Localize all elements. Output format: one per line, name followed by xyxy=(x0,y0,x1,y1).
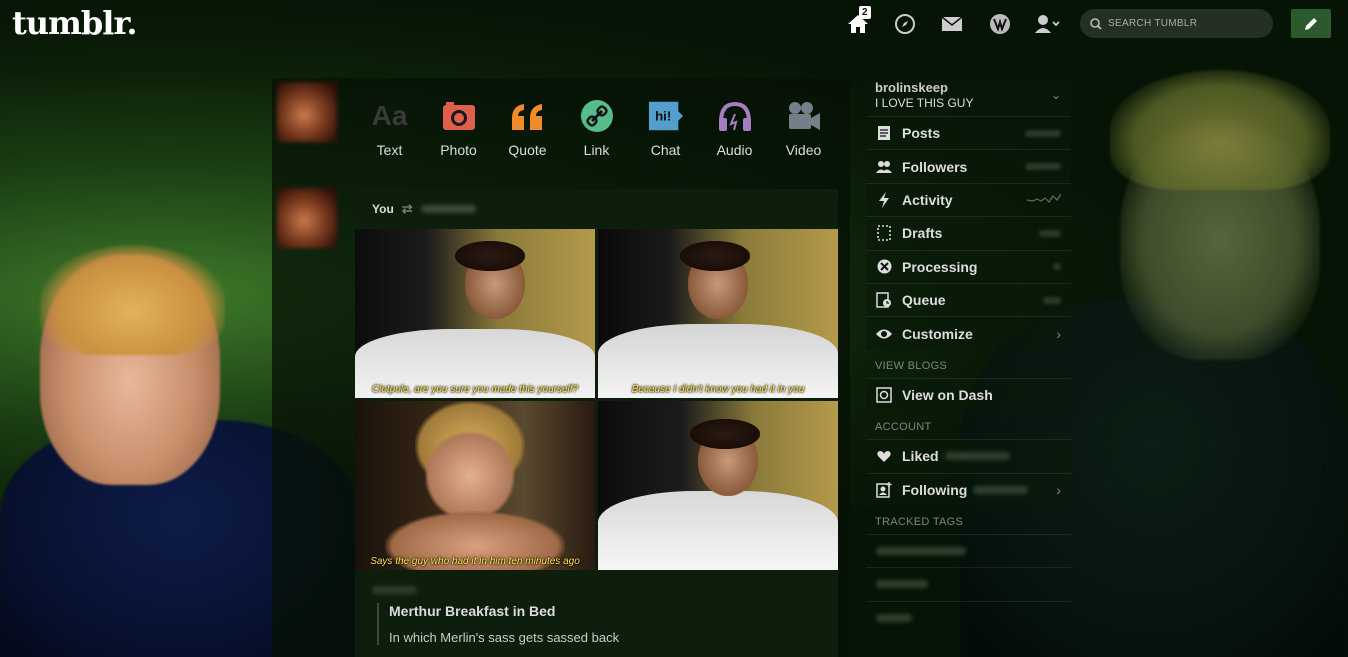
followers-icon xyxy=(876,159,892,175)
post-avatar[interactable] xyxy=(277,188,337,248)
link-icon xyxy=(579,98,615,134)
sidebar-item-liked[interactable]: Liked xyxy=(866,439,1071,473)
post-header: You ⇄ xyxy=(355,189,838,229)
lightning-icon xyxy=(876,191,892,208)
top-nav: tumblr. 2 xyxy=(0,0,1348,50)
sidebar-item-following[interactable]: Following › xyxy=(866,472,1071,506)
post-type-video[interactable]: Video xyxy=(774,98,834,158)
compose-button[interactable] xyxy=(1291,9,1331,38)
photoset: Clotpole, are you sure you made this you… xyxy=(355,229,838,570)
post-type-chat[interactable]: hi! Chat xyxy=(636,98,696,158)
processing-icon xyxy=(876,259,892,275)
camera-icon xyxy=(441,98,477,134)
photoset-image-2[interactable]: Because I didn't know you had it in you xyxy=(598,229,838,398)
sidebar-item-processing[interactable]: Processing xyxy=(866,249,1071,283)
following-icon xyxy=(876,481,892,498)
headphones-icon xyxy=(717,98,753,134)
tracked-tag-2[interactable] xyxy=(866,567,1071,600)
quote-icon xyxy=(510,98,546,134)
activity-icon[interactable] xyxy=(985,10,1015,38)
user-avatar[interactable] xyxy=(277,82,337,142)
blog-switcher[interactable]: brolinskeep I LOVE THIS GUY ⌄ xyxy=(866,80,1071,116)
dashboard-post: You ⇄ Clotpole, are you sure you made th… xyxy=(355,189,838,657)
liked-count xyxy=(944,452,1010,461)
account-heading: ACCOUNT xyxy=(875,421,932,434)
blog-name: brolinskeep xyxy=(875,80,948,95)
text-icon: Aa xyxy=(371,100,408,131)
explore-icon[interactable] xyxy=(890,10,920,38)
tracked-tags-heading: TRACKED TAGS xyxy=(875,515,964,528)
photoset-image-3[interactable]: Says the guy who had it in him ten minut… xyxy=(355,401,595,570)
sidebar-item-posts[interactable]: Posts xyxy=(866,116,1071,150)
chevron-right-icon: › xyxy=(1056,325,1061,342)
post-title: Merthur Breakfast in Bed xyxy=(389,603,556,619)
mail-icon[interactable] xyxy=(937,10,967,38)
followers-count xyxy=(1025,163,1061,171)
right-sidebar: brolinskeep I LOVE THIS GUY ⌄ Posts Foll… xyxy=(866,80,1071,657)
posts-count xyxy=(1025,129,1061,137)
queue-count xyxy=(1043,296,1061,304)
heart-icon xyxy=(876,448,892,464)
tracked-tag-1[interactable] xyxy=(866,533,1071,567)
post-body: Merthur Breakfast in Bed In which Merlin… xyxy=(377,603,619,645)
svg-text:hi!: hi! xyxy=(655,109,671,124)
view-blogs-heading: VIEW BLOGS xyxy=(875,359,948,372)
dashboard-icon xyxy=(876,387,892,403)
background-hair-right xyxy=(1110,70,1330,190)
post-type-photo[interactable]: Photo xyxy=(429,98,489,158)
posts-icon xyxy=(876,125,892,141)
post-type-quote[interactable]: Quote xyxy=(498,98,558,158)
sidebar-item-drafts[interactable]: Drafts xyxy=(866,216,1071,250)
gif-caption-2: Because I didn't know you had it in you xyxy=(631,384,805,395)
post-type-bar: Aa Text Photo Quote Link hi! Chat Audio xyxy=(355,88,838,168)
following-count xyxy=(973,485,1029,494)
drafts-count xyxy=(1039,229,1061,237)
drafts-icon xyxy=(876,225,892,242)
queue-icon xyxy=(876,292,892,308)
tumblr-logo[interactable]: tumblr. xyxy=(12,4,137,42)
account-icon[interactable] xyxy=(1033,10,1063,38)
video-icon xyxy=(786,98,822,134)
sidebar-item-activity[interactable]: Activity xyxy=(866,182,1071,217)
photoset-image-1[interactable]: Clotpole, are you sure you made this you… xyxy=(355,229,595,398)
processing-count xyxy=(1053,263,1061,271)
chevron-right-icon: › xyxy=(1056,481,1061,498)
activity-sparkline xyxy=(1026,191,1062,209)
pencil-icon xyxy=(1305,17,1317,30)
gif-caption-1: Clotpole, are you sure you made this you… xyxy=(371,384,579,395)
reblogged-from-name[interactable] xyxy=(420,205,476,213)
reblog-icon: ⇄ xyxy=(401,201,413,216)
post-source-name[interactable] xyxy=(372,586,417,594)
eye-icon xyxy=(876,326,892,342)
sidebar-item-queue[interactable]: Queue xyxy=(866,282,1071,317)
home-icon[interactable]: 2 xyxy=(843,6,873,38)
search-icon xyxy=(1090,17,1102,30)
post-description: In which Merlin's sass gets sassed back xyxy=(389,630,620,645)
search-bar[interactable] xyxy=(1080,9,1273,38)
post-author[interactable]: You xyxy=(372,202,394,216)
gif-caption-3: Says the guy who had it in him ten minut… xyxy=(370,556,580,567)
background-hair-left xyxy=(40,245,225,355)
post-type-text[interactable]: Aa Text xyxy=(360,98,420,158)
chevron-down-icon: ⌄ xyxy=(1050,88,1061,102)
search-input[interactable] xyxy=(1108,18,1258,29)
view-on-dash-link[interactable]: View on Dash xyxy=(866,377,1071,412)
chat-icon: hi! xyxy=(648,98,684,134)
blog-title: I LOVE THIS GUY xyxy=(875,96,974,110)
post-type-audio[interactable]: Audio xyxy=(705,98,765,158)
tracked-tag-3[interactable] xyxy=(866,600,1071,634)
post-type-link[interactable]: Link xyxy=(567,98,627,158)
home-badge: 2 xyxy=(859,6,871,19)
photoset-image-4[interactable] xyxy=(598,401,838,570)
sidebar-item-followers[interactable]: Followers xyxy=(866,149,1071,183)
sidebar-item-customize[interactable]: Customize › xyxy=(866,316,1071,350)
